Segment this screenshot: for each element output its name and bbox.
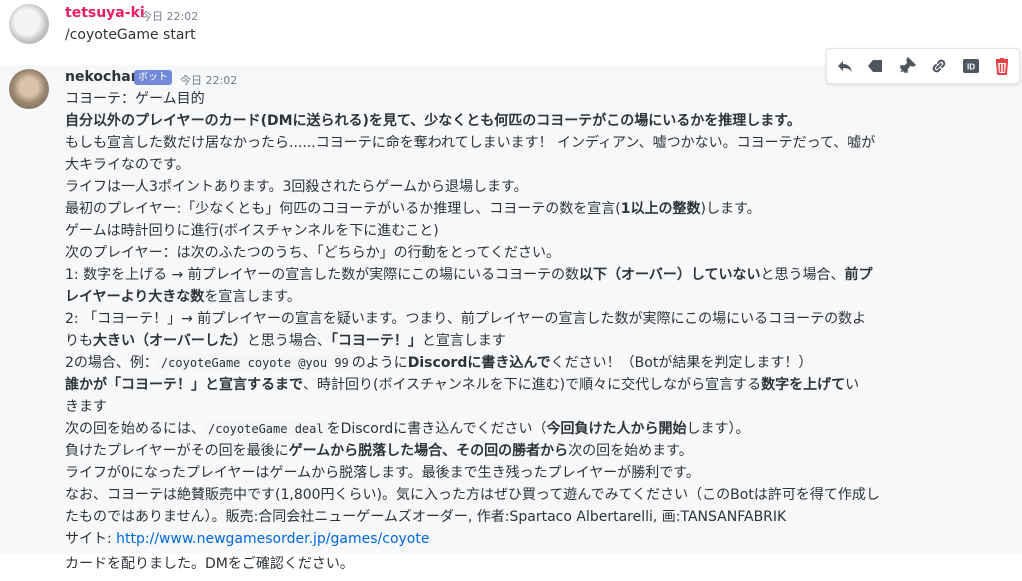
text: と宣言します: [421, 333, 506, 349]
bold-text: Discordに書き込んで: [407, 355, 551, 371]
bold-text: レイヤーより大きな数: [65, 289, 205, 305]
message-line: 誰かが「コヨーテ！」と宣言するまで、時計回り(ボイスチャンネルを下に進む)で順々…: [65, 374, 859, 396]
message-line: 次の回を始めるには、/coyoteGame deal をDiscordに書き込んで…: [65, 418, 750, 440]
bold-text: 大きい（オーバーした）: [93, 333, 247, 349]
avatar[interactable]: [9, 69, 49, 109]
text: 2の場合、例：: [65, 355, 158, 371]
text: のように: [351, 355, 408, 371]
message-line: 1: 数字を上げる → 前プレイヤーの宣言した数が実際にこの場にいるコヨーテの数…: [65, 264, 872, 286]
text: 最初のプレイヤー:「少なくとも」何匹のコヨーテがいるか推理し、コヨーテの数を宣言…: [65, 201, 621, 217]
bold-text: 「コヨーテ！」: [330, 333, 422, 349]
text: と思う場合、: [246, 333, 331, 349]
message-line: ゲームは時計回りに進行(ボイスチャンネルを下に進むこと): [65, 223, 439, 239]
timestamp: 今日 22:02: [141, 10, 199, 23]
bot-badge: ボット: [134, 70, 172, 85]
message-line: 負けたプレイヤーがその回を最後にゲームから脱落した場合、その回の勝者から次の回を…: [65, 440, 693, 462]
text: を宣言します。: [204, 289, 301, 305]
bold-text: 以下（オーバー）していない: [579, 267, 761, 283]
followup-message: カードを配りました。DMをご確認ください。: [65, 556, 354, 572]
text: い: [845, 377, 860, 393]
message-line: 次のプレイヤー：は次のふたつのうち、「どちらか」の行動をとってください。: [65, 245, 561, 261]
bold-text: 数字を上げて: [761, 377, 846, 393]
text: 、時計回り(ボイスチャンネルを下に進む)で順々に交代しながら宣言する: [303, 377, 762, 393]
message-line: ライフは一人3ポイントあります。3回殺されたらゲームから退場します。: [65, 179, 528, 195]
message-line: 最初のプレイヤー:「少なくとも」何匹のコヨーテがいるか推理し、コヨーテの数を宣言…: [65, 198, 761, 220]
message-line: 大キライなのです。: [65, 157, 190, 173]
text: 次の回を始めます。: [568, 443, 693, 459]
message-line: りも大きい（オーバーした）と思う場合、「コヨーテ！」と宣言します: [65, 330, 506, 352]
text: 負けたプレイヤーがその回を最後に: [65, 443, 289, 459]
text: します）。: [686, 421, 750, 437]
delete-icon[interactable]: [992, 56, 1012, 76]
text: ください！（Botが結果を判定します！）: [550, 355, 813, 371]
link-icon[interactable]: [929, 56, 949, 76]
id-icon[interactable]: ID: [961, 56, 981, 76]
message-actions-toolbar: ID: [826, 48, 1020, 84]
username[interactable]: tetsuya-ki: [65, 5, 145, 21]
svg-text:ID: ID: [967, 63, 975, 72]
text: をDiscordに書き込んでください（: [326, 421, 547, 437]
bold-text: ゲームから脱落した場合、その回の勝者から: [288, 443, 569, 459]
message-line: 2の場合、例：/coyoteGame coyote @you 99 のようにDis…: [65, 352, 812, 374]
inline-code: /coyoteGame coyote @you 99: [157, 355, 352, 371]
bold-text: 前プ: [844, 267, 873, 283]
message-line: ライフが0になったプレイヤーはゲームから脱落します。最後まで生き残ったプレイヤー…: [65, 465, 700, 481]
text: 次の回を始めるには、: [65, 421, 205, 437]
text: サイト:: [65, 531, 117, 547]
message-line: 2: 「コヨーテ！」→ 前プレイヤーの宣言を疑います。つまり、前プレイヤーの宣言…: [65, 311, 867, 327]
message-line: もしも宣言した数だけ居なかったら......コヨーテに命を奪われてしまいます！ …: [65, 135, 876, 151]
username[interactable]: nekochan: [65, 69, 141, 85]
avatar[interactable]: [9, 4, 49, 44]
text: 1: 数字を上げる → 前プレイヤーの宣言した数が実際にこの場にいるコヨーテの数: [65, 267, 580, 283]
message-line: コヨーテ：ゲーム目的: [65, 91, 205, 107]
pin-icon[interactable]: [897, 56, 917, 76]
bold-text: 今回負けた人から開始: [546, 421, 687, 437]
reply-icon[interactable]: [835, 56, 855, 76]
message-text: /coyoteGame start: [65, 27, 196, 43]
message-line: レイヤーより大きな数を宣言します。: [65, 286, 301, 308]
message-line: きます: [65, 399, 107, 415]
text: と思う場合、: [760, 267, 845, 283]
text: )します。: [700, 201, 761, 217]
site-link[interactable]: http://www.newgamesorder.jp/games/coyote: [116, 531, 429, 547]
message-line: たものではありません）。販売:合同会社ニューゲームズオーダー, 作者:Spart…: [65, 509, 787, 525]
message-line: サイト: http://www.newgamesorder.jp/games/c…: [65, 528, 429, 550]
tag-icon[interactable]: [865, 56, 885, 76]
timestamp: 今日 22:02: [180, 74, 238, 87]
text: りも: [65, 333, 93, 349]
bold-text: 誰かが「コヨーテ！」と宣言するまで: [65, 377, 303, 393]
bold-text: 1以上の整数: [620, 201, 701, 217]
bold-text: 自分以外のプレイヤーのカード(DMに送られる)を見て、少なくとも何匹のコヨーテが…: [65, 113, 801, 129]
inline-code: /coyoteGame deal: [205, 421, 327, 437]
message-line: 自分以外のプレイヤーのカード(DMに送られる)を見て、少なくとも何匹のコヨーテが…: [65, 110, 801, 132]
message-line: なお、コヨーテは絶賛販売中です(1,800円くらい)。気に入った方はぜひ買って遊…: [65, 487, 880, 503]
